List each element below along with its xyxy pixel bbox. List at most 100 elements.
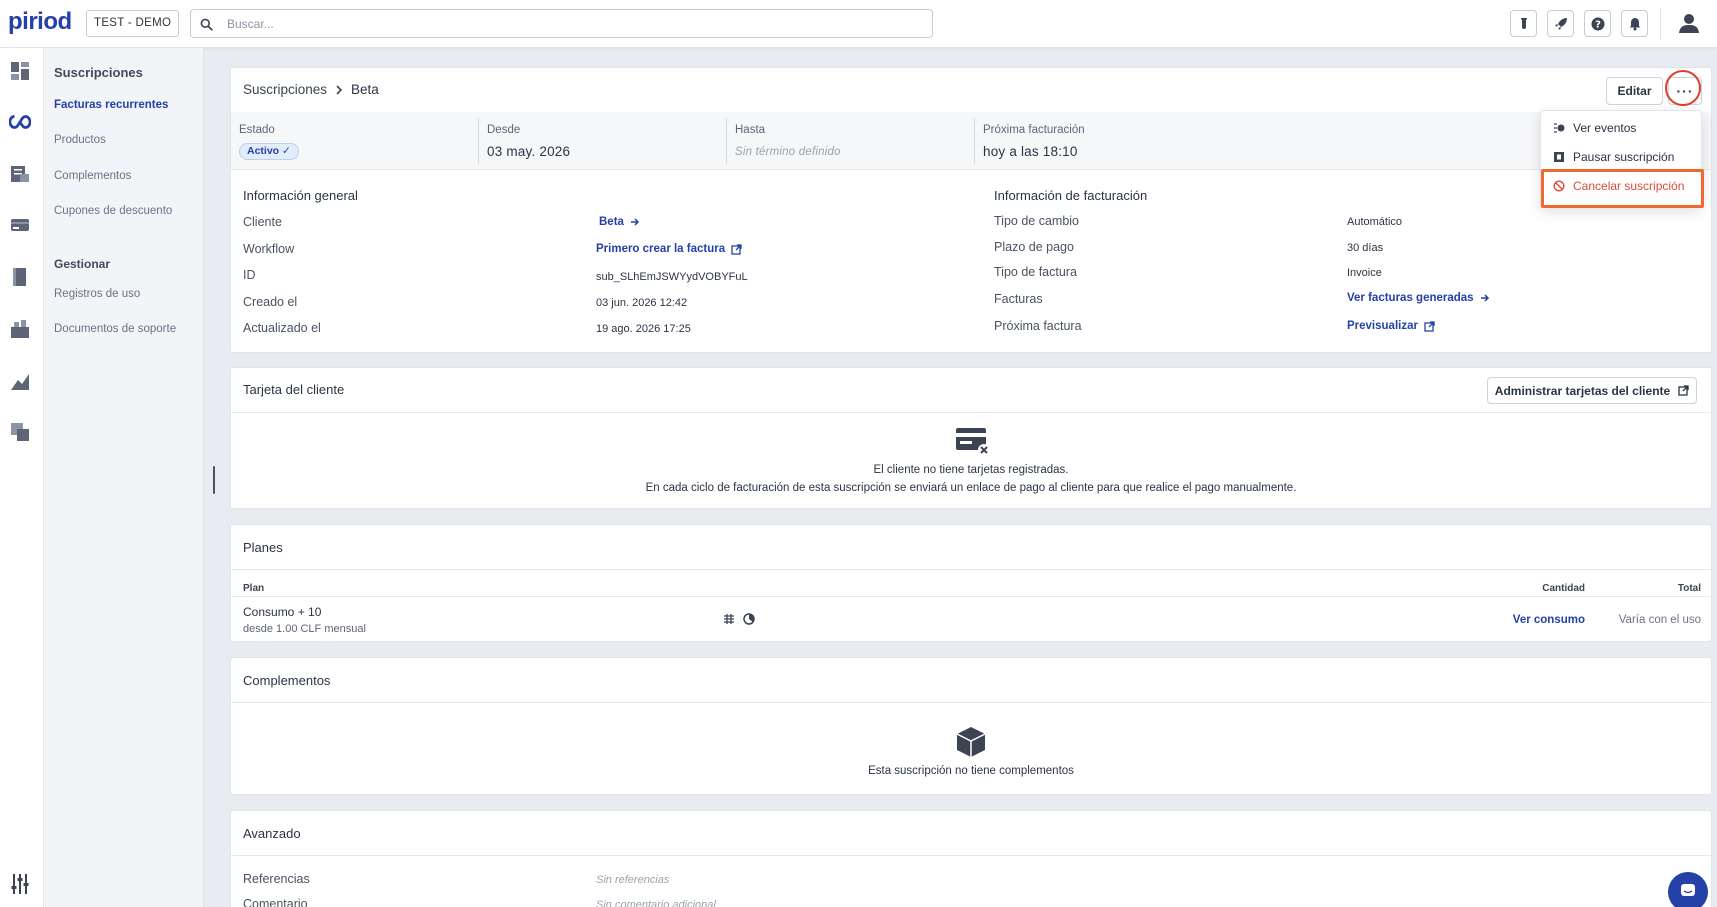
rocket-button[interactable] xyxy=(1547,10,1574,37)
proxima-label: Próxima facturación xyxy=(983,124,1085,136)
plans-title: Planes xyxy=(243,540,283,555)
sidebar-resize-handle[interactable] xyxy=(213,466,215,494)
status-hasta: Hasta Sin término definido xyxy=(727,112,975,170)
plan-total: Varía con el uso xyxy=(1618,614,1701,626)
breadcrumb: Suscripciones Beta xyxy=(243,82,379,97)
test-tube-icon xyxy=(1520,17,1527,29)
comentario-label: Comentario xyxy=(243,897,308,907)
external-link-icon xyxy=(731,243,742,255)
customer-card-title: Tarjeta del cliente xyxy=(243,382,345,397)
facturas-label: Facturas xyxy=(994,292,1043,306)
status-badge: Activo ✓ xyxy=(239,143,299,160)
chat-launcher-button[interactable] xyxy=(1668,872,1708,907)
external-link-icon xyxy=(1424,320,1435,332)
id-value: sub_SLhEmJSWYydVOBYFuL xyxy=(596,271,748,283)
ver-facturas-link[interactable]: Ver facturas generadas xyxy=(1347,292,1490,304)
actualizado-label: Actualizado el xyxy=(243,321,321,335)
subnav-item-addons[interactable]: Complementos xyxy=(54,170,131,182)
referencias-value: Sin referencias xyxy=(596,874,670,886)
highlight-circle-more-button xyxy=(1665,70,1701,106)
subscriptions-icon[interactable] xyxy=(9,111,31,133)
environment-selector[interactable]: TEST - DEMO xyxy=(86,10,180,37)
bell-icon xyxy=(1629,17,1640,30)
column-cantidad: Cantidad xyxy=(1542,583,1585,594)
manage-cards-button[interactable]: Administrar tarjetas del cliente xyxy=(1487,377,1697,404)
subnav-section-subscriptions: Suscripciones xyxy=(54,65,143,80)
test-tube-button[interactable] xyxy=(1510,10,1537,37)
breadcrumb-current: Beta xyxy=(351,82,379,97)
menu-item-events[interactable]: Ver eventos xyxy=(1553,121,1636,135)
tipo-cambio-label: Tipo de cambio xyxy=(994,214,1079,228)
manual-payment-message: En cada ciclo de facturación de esta sus… xyxy=(645,482,1297,494)
workflow-value: Primero crear la factura xyxy=(596,243,726,255)
help-button[interactable]: ? xyxy=(1584,10,1611,37)
inventory-icon[interactable] xyxy=(9,318,31,340)
piriod-logo[interactable]: piriod xyxy=(8,8,72,36)
user-icon xyxy=(1679,14,1699,33)
status-proxima: Próxima facturación hoy a las 18:10 xyxy=(975,112,1275,170)
subnav-item-coupons[interactable]: Cupones de descuento xyxy=(54,205,172,217)
advanced-title: Avanzado xyxy=(243,826,301,841)
customer-card-section: Tarjeta del cliente Administrar tarjetas… xyxy=(230,367,1712,509)
subnav-item-products[interactable]: Productos xyxy=(54,134,106,146)
hasta-value: Sin término definido xyxy=(735,146,841,158)
workflow-link[interactable]: Primero crear la factura xyxy=(596,243,742,255)
payments-icon[interactable] xyxy=(9,214,31,236)
subscription-detail-card: Suscripciones Beta Editar ··· Estado Act… xyxy=(230,67,1712,353)
integrations-icon[interactable] xyxy=(9,421,31,443)
events-icon xyxy=(1554,123,1565,133)
chevron-right-icon xyxy=(336,84,343,95)
plan-price: desde 1.00 CLF mensual xyxy=(243,623,366,635)
subnav-item-support-documents[interactable]: Documentos de soporte xyxy=(54,323,176,335)
arrow-right-icon xyxy=(1480,294,1489,302)
proxima-factura-label: Próxima factura xyxy=(994,319,1082,333)
desde-label: Desde xyxy=(487,124,521,136)
plazo-label: Plazo de pago xyxy=(994,240,1074,254)
table-row: Consumo + 10 desde 1.00 CLF mensual Ver … xyxy=(231,597,1711,642)
invoices-icon[interactable] xyxy=(9,163,31,185)
menu-item-pause-label: Pausar suscripción xyxy=(1573,150,1675,164)
dashboard-icon[interactable] xyxy=(9,60,31,82)
section-divider xyxy=(231,569,1711,570)
subnav-item-recurring-invoices[interactable]: Facturas recurrentes xyxy=(54,99,168,111)
ver-consumo-link[interactable]: Ver consumo xyxy=(1471,614,1585,626)
subnav-section-manage: Gestionar xyxy=(54,257,111,271)
status-bar: Estado Activo ✓ Desde 03 may. 2026 Hasta… xyxy=(231,112,1711,170)
proxima-value: hoy a las 18:10 xyxy=(983,144,1078,159)
subnav-panel: Suscripciones Facturas recurrentes Produ… xyxy=(44,48,204,907)
cliente-link[interactable]: Beta xyxy=(599,216,640,228)
notifications-button[interactable] xyxy=(1621,10,1648,37)
menu-item-events-label: Ver eventos xyxy=(1573,121,1637,135)
tipo-factura-label: Tipo de factura xyxy=(994,265,1077,279)
section-divider xyxy=(231,412,1711,413)
no-addons-message: Esta suscripción no tiene complementos xyxy=(868,765,1074,777)
highlight-box-cancel-item xyxy=(1541,169,1704,208)
tipo-cambio-value: Automático xyxy=(1347,216,1403,228)
plans-section: Planes Plan Cantidad Total Consumo + 10 … xyxy=(230,524,1712,642)
arrow-right-icon xyxy=(630,218,639,226)
search-box[interactable] xyxy=(190,9,933,38)
reports-icon[interactable] xyxy=(9,370,31,392)
search-input[interactable] xyxy=(227,15,907,33)
edit-button[interactable]: Editar xyxy=(1606,77,1663,105)
desde-value: 03 may. 2026 xyxy=(487,144,571,159)
chat-icon xyxy=(1681,884,1695,896)
referencias-label: Referencias xyxy=(243,872,310,886)
cliente-value: Beta xyxy=(599,216,624,228)
workflow-label: Workflow xyxy=(243,242,295,256)
menu-item-pause[interactable]: Pausar suscripción xyxy=(1553,150,1674,164)
metered-clock-icon xyxy=(743,613,755,625)
breadcrumb-parent[interactable]: Suscripciones xyxy=(243,82,327,97)
book-icon[interactable] xyxy=(9,266,31,288)
box-icon xyxy=(955,726,987,761)
section-divider xyxy=(231,702,1711,703)
settings-sliders-icon[interactable] xyxy=(9,873,31,895)
advanced-section: Avanzado Referencias Sin referencias Com… xyxy=(230,810,1712,907)
svg-text:?: ? xyxy=(1595,19,1601,30)
actualizado-value: 19 ago. 2026 17:25 xyxy=(596,323,691,335)
previsualizar-link[interactable]: Previsualizar xyxy=(1347,320,1435,332)
card-x-icon xyxy=(955,427,991,460)
subnav-item-usage-records[interactable]: Registros de uso xyxy=(54,288,140,300)
section-divider xyxy=(231,855,1711,856)
user-avatar[interactable] xyxy=(1678,12,1700,37)
